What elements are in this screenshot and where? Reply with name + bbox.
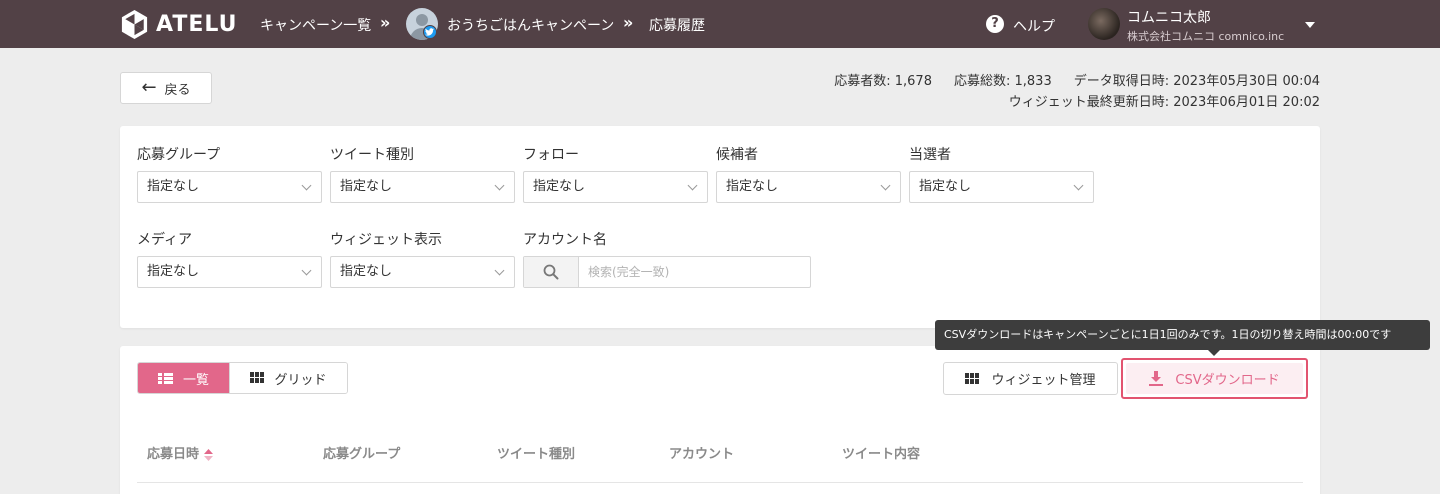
back-button[interactable]: ← 戻る — [120, 72, 212, 104]
filter-select-entry-group[interactable]: 指定なし — [137, 171, 322, 203]
user-company: 株式会社コムニコ comnico.inc — [1127, 30, 1285, 43]
data-fetched-time: データ取得日時: 2023年05月30日 00:04 — [1073, 74, 1320, 89]
twitter-icon — [423, 25, 437, 39]
grid-icon — [250, 372, 265, 384]
filter-label-candidate: 候補者 — [716, 147, 758, 163]
arrow-left-icon: ← — [141, 77, 157, 98]
chevron-down-icon — [687, 180, 698, 191]
view-list-button[interactable]: 一覧 — [138, 363, 229, 393]
filter-label-account-name: アカウント名 — [523, 232, 607, 248]
csv-download-button[interactable]: CSVダウンロード — [1121, 358, 1308, 399]
select-value: 指定なし — [919, 179, 972, 194]
stats-row: 応募者数: 1,678 応募総数: 1,833 データ取得日時: 2023年05月3… — [812, 70, 1320, 89]
chevron-down-icon — [880, 180, 891, 191]
top-navbar: ATELU キャンペーン一覧 » おうちごはんキャンペーン » 応募履歴 ? ヘ… — [0, 0, 1440, 48]
filter-select-tweet-type[interactable]: 指定なし — [330, 171, 515, 203]
total-entries: 応募総数: 1,833 — [953, 74, 1052, 89]
filter-select-winner[interactable]: 指定なし — [909, 171, 1094, 203]
table-divider — [137, 482, 1303, 483]
breadcrumb-current: 応募履歴 — [649, 18, 705, 34]
help-icon[interactable]: ? — [986, 15, 1004, 33]
csv-tooltip: CSVダウンロードはキャンペーンごとに1日1回のみです。1日の切り替え時間は00… — [935, 320, 1430, 350]
column-header-tweet-content: ツイート内容 — [842, 447, 921, 462]
search-button[interactable] — [524, 257, 579, 287]
widget-manage-button[interactable]: ウィジェット管理 — [943, 362, 1118, 395]
filter-panel: 応募グループ 指定なし ツイート種別 指定なし フォロー 指定なし 候補者 指定… — [120, 126, 1320, 328]
filter-select-follow[interactable]: 指定なし — [523, 171, 708, 203]
filter-label-widget-display: ウィジェット表示 — [330, 232, 442, 248]
select-value: 指定なし — [533, 179, 586, 194]
filter-select-media[interactable]: 指定なし — [137, 256, 322, 288]
grid-icon — [965, 372, 980, 385]
breadcrumb-campaign[interactable]: おうちごはんキャンペーン — [447, 15, 614, 35]
column-header-label: 応募日時 — [147, 447, 200, 462]
back-button-label: 戻る — [164, 82, 191, 98]
breadcrumb-campaign-list[interactable]: キャンペーン一覧 — [260, 15, 371, 35]
tooltip-arrow — [1208, 350, 1220, 356]
atelu-logo[interactable]: ATELU — [119, 9, 237, 40]
chevron-down-icon — [494, 180, 505, 191]
account-search-box — [523, 256, 811, 288]
view-list-label: 一覧 — [182, 372, 209, 388]
list-icon — [157, 372, 173, 384]
view-grid-button[interactable]: グリッド — [229, 363, 347, 393]
widget-manage-label: ウィジェット管理 — [991, 373, 1096, 388]
filter-label-tweet-type: ツイート種別 — [330, 147, 414, 163]
filter-label-winner: 当選者 — [909, 147, 951, 163]
chevron-down-icon — [301, 180, 312, 191]
search-icon — [543, 264, 559, 280]
chevron-down-icon — [1073, 180, 1084, 191]
filter-label-entry-group: 応募グループ — [137, 147, 221, 163]
help-link[interactable]: ヘルプ — [1013, 16, 1055, 36]
chevron-down-icon — [494, 265, 505, 276]
atelu-logo-icon — [121, 9, 148, 40]
view-grid-label: グリッド — [274, 372, 327, 388]
filter-label-media: メディア — [137, 232, 193, 248]
select-value: 指定なし — [726, 179, 779, 194]
filter-label-follow: フォロー — [523, 147, 579, 163]
breadcrumb-separator-icon: » — [623, 13, 634, 32]
download-icon — [1149, 371, 1164, 386]
user-avatar[interactable] — [1088, 8, 1120, 40]
filter-select-candidate[interactable]: 指定なし — [716, 171, 901, 203]
account-search-input[interactable] — [580, 257, 810, 287]
select-value: 指定なし — [147, 264, 200, 279]
widget-updated-time: ウィジェット最終更新日時: 2023年06月01日 20:02 — [1008, 95, 1320, 110]
entry-list-panel: 一覧 グリッド ウィジェット管理 CSVダウンロード 応募日時 応募グループ ツ… — [120, 346, 1320, 494]
user-name[interactable]: コムニコ太郎 — [1127, 7, 1211, 27]
filter-select-widget-display[interactable]: 指定なし — [330, 256, 515, 288]
chevron-down-icon[interactable] — [1305, 22, 1315, 28]
view-toggle: 一覧 グリッド — [137, 362, 348, 394]
breadcrumb-separator-icon: » — [380, 13, 391, 32]
sort-icon[interactable] — [204, 448, 214, 461]
applicant-count: 応募者数: 1,678 — [834, 74, 932, 89]
column-header-tweet-type: ツイート種別 — [497, 447, 576, 462]
csv-download-label: CSVダウンロード — [1175, 373, 1280, 388]
select-value: 指定なし — [147, 179, 200, 194]
chevron-down-icon — [301, 265, 312, 276]
column-header-entry-date[interactable]: 応募日時 — [147, 443, 214, 462]
column-header-account: アカウント — [669, 447, 735, 462]
column-header-entry-group: 応募グループ — [323, 447, 401, 462]
select-value: 指定なし — [340, 264, 393, 279]
logo-text: ATELU — [156, 12, 238, 37]
select-value: 指定なし — [340, 179, 393, 194]
